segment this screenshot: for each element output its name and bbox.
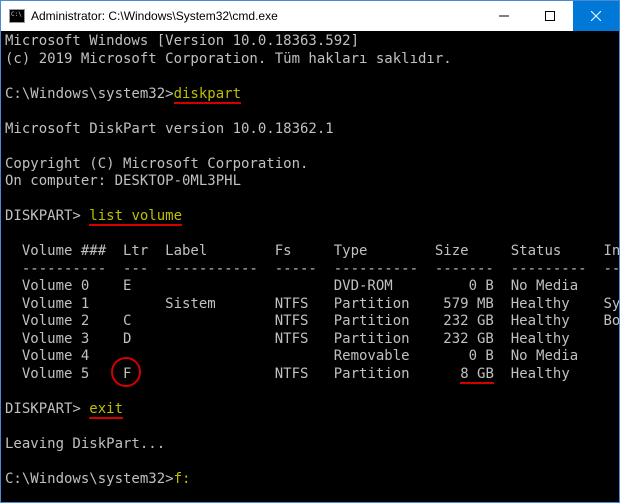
on-computer: On computer: DESKTOP-0ML3PHL bbox=[5, 173, 241, 189]
cmd-icon bbox=[9, 9, 25, 23]
minimize-icon bbox=[499, 11, 509, 21]
close-button[interactable] bbox=[573, 1, 619, 31]
winver-line: Microsoft Windows [Version 10.0.18363.59… bbox=[5, 33, 359, 49]
table-header: Volume ### Ltr Label Fs Type Size Status… bbox=[5, 243, 619, 259]
copyright-line: (c) 2019 Microsoft Corporation. Tüm hakl… bbox=[5, 51, 452, 67]
cmd-diskpart: diskpart bbox=[174, 86, 241, 104]
cmd-exit: exit bbox=[89, 401, 123, 419]
leaving-diskpart: Leaving DiskPart... bbox=[5, 436, 165, 452]
table-row: Volume 3 D NTFS Partition 232 GB Healthy bbox=[5, 331, 619, 347]
cmd-list-volume: list volume bbox=[89, 208, 182, 226]
maximize-icon bbox=[545, 11, 555, 21]
cmd-window: Administrator: C:\Windows\System32\cmd.e… bbox=[0, 0, 620, 503]
table-row: Volume 4 Removable 0 B No Media bbox=[5, 348, 619, 364]
window-title: Administrator: C:\Windows\System32\cmd.e… bbox=[31, 9, 481, 23]
table-separator: ---------- --- ----------- ----- -------… bbox=[5, 261, 619, 277]
cmd-f-drive: f: bbox=[174, 471, 191, 487]
annot-circle-F: F bbox=[123, 366, 131, 384]
close-icon bbox=[591, 11, 601, 21]
annot-underline-size: 8 GB bbox=[460, 366, 494, 384]
titlebar: Administrator: C:\Windows\System32\cmd.e… bbox=[1, 1, 619, 31]
prompt: C:\Windows\system32> bbox=[5, 471, 174, 487]
diskpart-prompt: DISKPART> bbox=[5, 401, 89, 417]
table-row: Volume 0 E DVD-ROM 0 B No Media bbox=[5, 278, 619, 294]
diskpart-copyright: Copyright (C) Microsoft Corporation. bbox=[5, 156, 308, 172]
minimize-button[interactable] bbox=[481, 1, 527, 31]
window-controls bbox=[481, 1, 619, 31]
table-row: Volume 2 C NTFS Partition 232 GB Healthy… bbox=[5, 313, 619, 329]
terminal-body[interactable]: Microsoft Windows [Version 10.0.18363.59… bbox=[1, 31, 619, 502]
diskpart-prompt: DISKPART> bbox=[5, 208, 89, 224]
prompt: C:\Windows\system32> bbox=[5, 86, 174, 102]
diskpart-version: Microsoft DiskPart version 10.0.18362.1 bbox=[5, 121, 334, 137]
table-row: Volume 5 F NTFS Partition 8 GB Healthy bbox=[5, 366, 619, 382]
table-row: Volume 1 Sistem NTFS Partition 579 MB He… bbox=[5, 296, 619, 312]
maximize-button[interactable] bbox=[527, 1, 573, 31]
